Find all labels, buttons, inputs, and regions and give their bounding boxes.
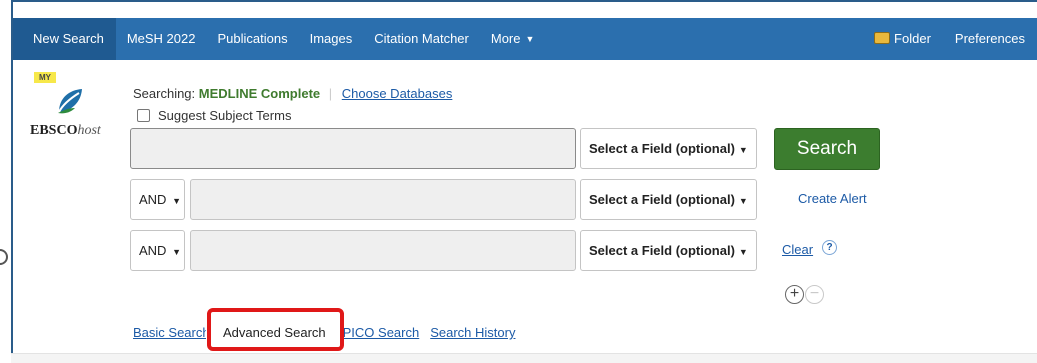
field-select-row-1[interactable]: Select a Field (optional) ▼: [580, 128, 757, 169]
field-select-label: Select a Field (optional): [589, 141, 735, 156]
ebscohost-logo[interactable]: MY EBSCOhost: [22, 72, 122, 152]
create-alert-link[interactable]: Create Alert: [798, 191, 867, 206]
search-input-row-2[interactable]: [190, 179, 576, 220]
chevron-down-icon: ▼: [738, 145, 748, 155]
database-name: MEDLINE Complete: [198, 86, 321, 101]
search-input-row-1[interactable]: [130, 128, 576, 169]
chevron-down-icon: ▼: [738, 247, 748, 257]
nav-folder[interactable]: Folder: [862, 18, 943, 60]
ebsco-leaf-icon: [58, 89, 82, 114]
search-input-row-3[interactable]: [190, 230, 576, 271]
folder-icon: [874, 32, 891, 44]
choose-databases-link[interactable]: Choose Databases: [342, 86, 453, 101]
nav-mesh-2022[interactable]: MeSH 2022: [116, 18, 207, 60]
separator: |: [328, 86, 333, 101]
nav-right-group: Folder Preferences: [862, 18, 1037, 60]
chevron-down-icon: ▼: [172, 247, 181, 257]
clear-link[interactable]: Clear: [782, 242, 813, 257]
suggest-subject-terms[interactable]: Suggest Subject Terms: [137, 108, 291, 123]
searching-prefix: Searching:: [133, 86, 196, 101]
nav-more-menu[interactable]: More ▼: [480, 18, 546, 60]
brand-main: EBSCO: [30, 123, 78, 138]
search-button[interactable]: Search: [774, 128, 880, 170]
pico-search-link[interactable]: PICO Search: [343, 325, 420, 340]
my-badge: MY: [34, 72, 56, 83]
nav-folder-label: Folder: [894, 31, 931, 46]
chevron-down-icon: ▼: [525, 34, 535, 44]
searching-line: Searching: MEDLINE Complete | Choose Dat…: [133, 86, 452, 101]
brand-suffix: host: [77, 123, 101, 138]
advanced-search-current: Advanced Search: [223, 325, 326, 340]
ebscohost-wordmark: EBSCOhost: [30, 123, 101, 139]
nav-publications[interactable]: Publications: [206, 18, 298, 60]
suggest-subject-label: Suggest Subject Terms: [158, 108, 292, 123]
suggest-subject-checkbox[interactable]: [137, 109, 150, 122]
remove-row-icon: −: [805, 285, 824, 304]
nav-images[interactable]: Images: [299, 18, 364, 60]
boolean-operator-row-2[interactable]: AND ▼: [130, 179, 185, 220]
nav-more-label: More: [490, 31, 521, 46]
field-select-row-3[interactable]: Select a Field (optional) ▼: [580, 230, 757, 271]
chevron-down-icon: ▼: [172, 196, 181, 206]
top-navigation-bar: New Search MeSH 2022 Publications Images…: [13, 18, 1037, 60]
page-bottom-strip: [11, 353, 1037, 363]
field-select-label: Select a Field (optional): [589, 192, 735, 207]
field-select-row-2[interactable]: Select a Field (optional) ▼: [580, 179, 757, 220]
add-row-icon[interactable]: +: [785, 285, 804, 304]
nav-new-search[interactable]: New Search: [13, 18, 116, 60]
help-icon[interactable]: ?: [822, 240, 837, 255]
basic-search-link[interactable]: Basic Search: [133, 325, 206, 340]
search-history-link[interactable]: Search History: [430, 325, 515, 340]
window-top-border: [11, 0, 1037, 14]
nav-preferences[interactable]: Preferences: [943, 18, 1037, 60]
boolean-operator-label: AND: [139, 192, 167, 207]
field-select-label: Select a Field (optional): [589, 243, 735, 258]
side-handle-icon: [0, 249, 8, 265]
search-mode-links: Basic Search Advanced Search PICO Search…: [133, 325, 515, 340]
boolean-operator-row-3[interactable]: AND ▼: [130, 230, 185, 271]
nav-citation-matcher[interactable]: Citation Matcher: [363, 18, 480, 60]
chevron-down-icon: ▼: [738, 196, 748, 206]
boolean-operator-label: AND: [139, 243, 167, 258]
